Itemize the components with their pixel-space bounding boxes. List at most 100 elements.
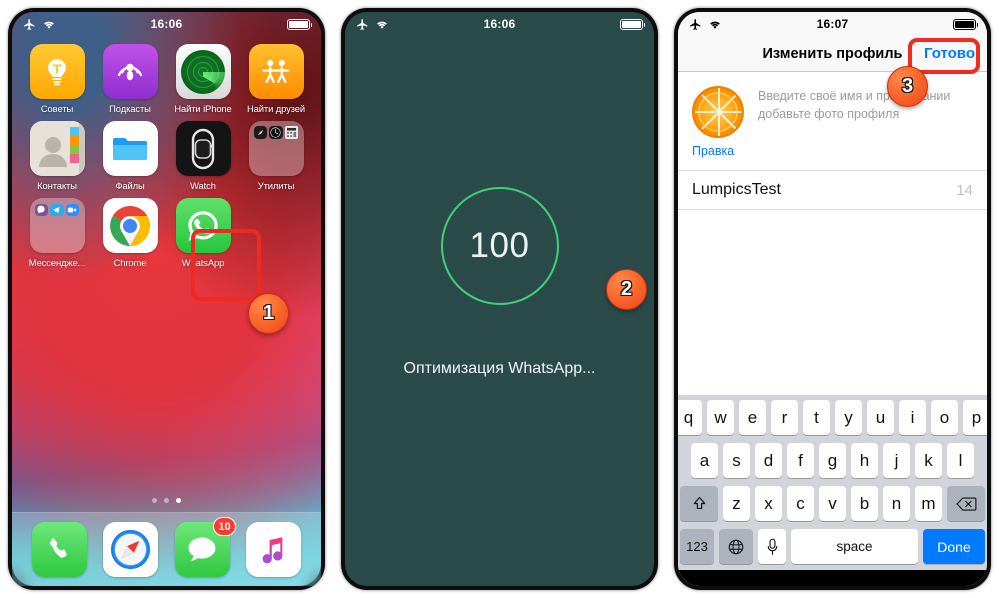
page-dot-active[interactable] <box>176 498 181 503</box>
microphone-icon[interactable] <box>758 529 786 564</box>
app-contacts[interactable]: Контакты <box>26 121 88 191</box>
utilities-folder-icon <box>248 121 304 176</box>
character-counter: 14 <box>956 181 973 199</box>
safari-icon[interactable] <box>103 522 159 577</box>
key-p[interactable]: p <box>963 400 987 435</box>
page-dots <box>12 498 321 503</box>
phone-screen-2: 16:06 100 Оптимизация WhatsApp... 2 <box>345 12 654 586</box>
profile-section: Введите своё имя и при желании добавьте … <box>678 72 987 138</box>
app-watch[interactable]: Watch <box>172 121 234 191</box>
zoom-mini-icon <box>66 203 80 216</box>
app-slot-empty <box>245 198 307 268</box>
page-dot[interactable] <box>152 498 157 503</box>
page-dot[interactable] <box>164 498 169 503</box>
phone-edit-profile-screen: 16:07 Изменить профиль Готово Введите св… <box>666 0 999 598</box>
app-find-my-friends[interactable]: Найти друзей <box>245 44 307 114</box>
key-a[interactable]: a <box>691 443 718 478</box>
app-label: Советы <box>40 103 74 114</box>
phone-screen-3: 16:07 Изменить профиль Готово Введите св… <box>678 12 987 586</box>
messages-badge: 10 <box>213 517 236 536</box>
key-e[interactable]: e <box>739 400 766 435</box>
key-r[interactable]: r <box>771 400 798 435</box>
status-time-1: 16:06 <box>150 17 183 31</box>
messengers-folder-icon <box>29 198 85 253</box>
three-phone-screenshots: 16:06 Советы Подкасты Найти iPhone Найти… <box>0 0 999 598</box>
tips-icon <box>29 44 85 99</box>
dock: 10 <box>12 512 321 586</box>
app-label: Найти друзей <box>246 103 306 114</box>
music-icon[interactable] <box>245 522 301 577</box>
app-row-3: Мессендже... Chrome WhatsApp <box>26 198 307 268</box>
key-x[interactable]: x <box>755 486 782 521</box>
key-g[interactable]: g <box>819 443 846 478</box>
app-podcasts[interactable]: Подкасты <box>99 44 161 114</box>
keyboard-row-2: a s d f g h j k l <box>680 443 985 478</box>
battery-full-icon <box>620 18 646 30</box>
key-q[interactable]: q <box>678 400 702 435</box>
progress-value: 100 <box>469 226 530 265</box>
key-z[interactable]: z <box>723 486 750 521</box>
key-b[interactable]: b <box>851 486 878 521</box>
app-find-my-iphone[interactable]: Найти iPhone <box>172 44 234 114</box>
status-right-2 <box>620 18 646 30</box>
space-key[interactable]: space <box>791 529 918 564</box>
key-d[interactable]: d <box>755 443 782 478</box>
step-badge-2: 2 <box>606 269 647 310</box>
globe-icon[interactable] <box>719 529 753 564</box>
status-bar-3: 16:07 <box>678 12 987 36</box>
key-l[interactable]: l <box>947 443 974 478</box>
phone-icon[interactable] <box>32 522 88 577</box>
battery-full-icon <box>287 18 313 30</box>
keyboard-row-3: z x c v b n m <box>680 486 985 521</box>
key-y[interactable]: y <box>835 400 862 435</box>
key-i[interactable]: i <box>899 400 926 435</box>
shift-icon[interactable] <box>680 486 718 521</box>
key-t[interactable]: t <box>803 400 830 435</box>
app-label: Watch <box>190 180 216 191</box>
key-f[interactable]: f <box>787 443 814 478</box>
status-right-3 <box>953 18 979 30</box>
key-k[interactable]: k <box>915 443 942 478</box>
status-bar-1: 16:06 <box>12 12 321 36</box>
backspace-icon[interactable] <box>947 486 985 521</box>
key-c[interactable]: c <box>787 486 814 521</box>
files-icon <box>102 121 158 176</box>
folder-utilities[interactable]: Утилиты <box>245 121 307 191</box>
home-indicator-area <box>678 570 987 586</box>
name-input[interactable]: LumpicsTest <box>692 181 956 199</box>
app-row-2: Контакты Файлы Watch Утилиты <box>26 121 307 191</box>
app-whatsapp[interactable]: WhatsApp <box>172 198 234 268</box>
key-h[interactable]: h <box>851 443 878 478</box>
app-tips[interactable]: Советы <box>26 44 88 114</box>
done-button[interactable]: Готово <box>924 45 975 62</box>
whatsapp-edit-profile-view: 16:07 Изменить профиль Готово Введите св… <box>678 12 987 586</box>
key-v[interactable]: v <box>819 486 846 521</box>
orange-slice-avatar[interactable] <box>692 86 744 138</box>
battery-full-icon <box>953 18 979 30</box>
numbers-key[interactable]: 123 <box>680 529 714 564</box>
app-label: WhatsApp <box>181 257 225 268</box>
key-j[interactable]: j <box>883 443 910 478</box>
edit-photo-link[interactable]: Правка <box>692 144 987 158</box>
keyboard-done-key[interactable]: Done <box>923 529 985 564</box>
podcasts-icon <box>102 44 158 99</box>
app-label: Подкасты <box>109 103 151 114</box>
telegram-mini-icon <box>50 203 64 216</box>
key-u[interactable]: u <box>867 400 894 435</box>
contacts-icon <box>29 121 85 176</box>
calculator-mini-icon <box>285 126 299 140</box>
key-w[interactable]: w <box>707 400 734 435</box>
messages-icon[interactable]: 10 <box>174 517 236 577</box>
find-my-iphone-icon <box>175 44 231 99</box>
app-chrome[interactable]: Chrome <box>99 198 161 268</box>
name-field-row[interactable]: LumpicsTest 14 <box>678 170 987 210</box>
app-files[interactable]: Файлы <box>99 121 161 191</box>
key-s[interactable]: s <box>723 443 750 478</box>
key-n[interactable]: n <box>883 486 910 521</box>
folder-messengers[interactable]: Мессендже... <box>26 198 88 268</box>
app-grid: Советы Подкасты Найти iPhone Найти друзе… <box>12 36 321 275</box>
key-o[interactable]: o <box>931 400 958 435</box>
page-title: Изменить профиль <box>762 45 903 62</box>
status-time-2: 16:06 <box>483 17 516 31</box>
key-m[interactable]: m <box>915 486 942 521</box>
